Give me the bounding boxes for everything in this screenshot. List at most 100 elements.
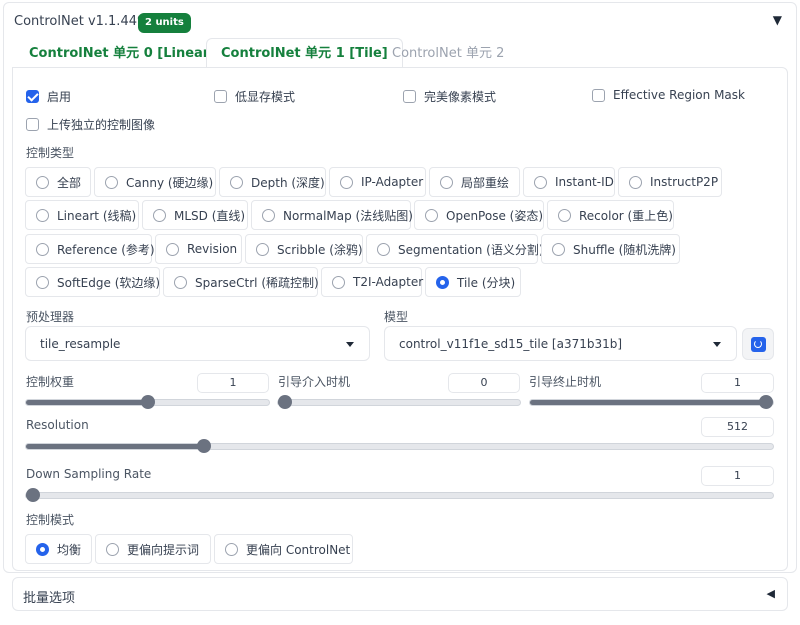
radio-icon[interactable] [105,175,118,189]
radio-icon[interactable] [230,175,243,189]
preprocessor-select[interactable]: tile_resample [25,326,370,361]
radio-checked-icon[interactable] [436,275,449,289]
pixel-perfect-checkbox[interactable]: 完美像素模式 [403,88,496,105]
slider-thumb[interactable] [197,439,211,453]
start-step-label: 引导介入时机 [278,375,351,389]
radio-icon[interactable] [106,542,119,556]
option-label: 局部重绘 [461,175,510,190]
radio-icon[interactable] [534,175,547,189]
batch-options-accordion[interactable]: 批量选项 ◀ [12,577,788,611]
option-label: Revision [187,242,238,256]
checkbox-icon[interactable] [26,118,39,131]
control-type-option[interactable]: Depth (深度) [219,167,326,197]
option-label: T2I-Adapter [353,275,424,289]
checkbox-icon[interactable] [214,90,227,103]
enable-checkbox[interactable]: 启用 [26,88,71,105]
upload-independent-label: 上传独立的控制图像 [47,118,156,132]
down-sampling-slider[interactable] [25,488,774,502]
radio-icon[interactable] [558,208,571,222]
control-type-option[interactable]: Lineart (线稿) [25,200,139,230]
low-vram-checkbox[interactable]: 低显存模式 [214,88,295,105]
controlnet-title[interactable]: ControlNet v1.1.449 [14,14,145,29]
tab-unit-1[interactable]: ControlNet 单元 1 [Tile] [206,38,403,68]
control-type-option[interactable]: Revision [155,234,242,264]
option-label: Scribble (涂鸦) [277,242,363,257]
control-type-option[interactable]: Recolor (重上色) [547,200,674,230]
control-type-option[interactable]: Segmentation (语义分割) [366,234,544,264]
radio-icon[interactable] [256,242,269,256]
resolution-input[interactable]: 512 [701,417,774,437]
radio-icon[interactable] [332,275,345,289]
radio-icon[interactable] [425,208,438,222]
units-badge: 2 units [138,13,191,33]
resolution-slider[interactable] [25,439,774,453]
radio-icon[interactable] [36,175,49,189]
radio-icon[interactable] [225,542,238,556]
radio-icon[interactable] [377,242,390,256]
refresh-models-button[interactable] [742,328,774,360]
radio-icon[interactable] [153,208,166,222]
control-type-option[interactable]: 全部 [25,167,91,197]
down-sampling-input[interactable]: 1 [701,466,774,486]
radio-icon[interactable] [629,175,642,189]
option-label: IP-Adapter [361,175,424,189]
control-type-option[interactable]: T2I-Adapter [321,267,424,297]
slider-thumb[interactable] [141,395,155,409]
radio-checked-icon[interactable] [36,542,49,556]
radio-icon[interactable] [36,208,49,222]
option-label: Recolor (重上色) [579,208,673,223]
control-mode-option[interactable]: 更偏向提示词 [95,534,211,564]
radio-icon[interactable] [36,242,49,256]
control-type-option[interactable]: Instant-ID [523,167,615,197]
control-weight-slider[interactable] [25,395,270,409]
end-step-slider[interactable] [529,395,774,409]
control-type-option[interactable]: IP-Adapter [329,167,426,197]
control-type-option-selected[interactable]: Tile (分块) [425,267,521,297]
radio-icon[interactable] [262,208,275,222]
collapse-toggle-icon[interactable]: ▼ [773,13,782,27]
radio-icon[interactable] [340,175,353,189]
radio-icon[interactable] [174,275,187,289]
control-type-option[interactable]: InstructP2P [618,167,722,197]
radio-icon[interactable] [36,275,49,289]
model-select[interactable]: control_v11f1e_sd15_tile [a371b31b] [384,326,737,361]
control-type-option[interactable]: Reference (参考) [25,234,155,264]
control-type-option[interactable]: Scribble (涂鸦) [245,234,363,264]
option-label: Instant-ID [555,175,614,189]
down-sampling-label: Down Sampling Rate [26,467,152,481]
control-type-option[interactable]: Shuffle (随机洗牌) [541,234,680,264]
option-label: MLSD (直线) [174,208,246,223]
slider-thumb[interactable] [278,395,292,409]
control-type-option[interactable]: 局部重绘 [429,167,520,197]
checkbox-checked-icon[interactable] [26,90,39,103]
start-step-slider[interactable] [277,395,521,409]
preprocessor-value: tile_resample [40,336,121,351]
control-mode-option[interactable]: 更偏向 ControlNet [214,534,353,564]
control-mode-option-selected[interactable]: 均衡 [25,534,92,564]
effective-region-mask-checkbox[interactable]: Effective Region Mask [592,88,745,102]
slider-thumb[interactable] [26,488,40,502]
end-step-input[interactable]: 1 [701,373,774,393]
control-type-option[interactable]: MLSD (直线) [142,200,248,230]
enable-label: 启用 [47,90,72,104]
slider-fill [26,400,148,405]
checkbox-icon[interactable] [403,90,416,103]
checkbox-icon[interactable] [592,88,605,102]
control-type-option[interactable]: NormalMap (法线贴图) [251,200,413,230]
slider-fill [530,400,766,405]
tab-unit-2[interactable]: ControlNet 单元 2 [378,39,518,68]
control-weight-input[interactable]: 1 [197,373,269,393]
expand-toggle-icon[interactable]: ◀ [767,587,775,600]
control-type-option[interactable]: OpenPose (姿态) [414,200,544,230]
slider-thumb[interactable] [759,395,773,409]
radio-icon[interactable] [552,242,565,256]
caret-down-icon [346,342,354,347]
control-type-option[interactable]: Canny (硬边缘) [94,167,216,197]
control-type-option[interactable]: SparseCtrl (稀疏控制) [163,267,319,297]
radio-icon[interactable] [440,175,453,189]
radio-icon[interactable] [166,242,179,256]
tab-unit-0[interactable]: ControlNet 单元 0 [Lineart] [15,39,236,68]
control-type-option[interactable]: SoftEdge (软边缘) [25,267,160,297]
upload-independent-checkbox[interactable]: 上传独立的控制图像 [26,116,155,133]
start-step-input[interactable]: 0 [448,373,520,393]
